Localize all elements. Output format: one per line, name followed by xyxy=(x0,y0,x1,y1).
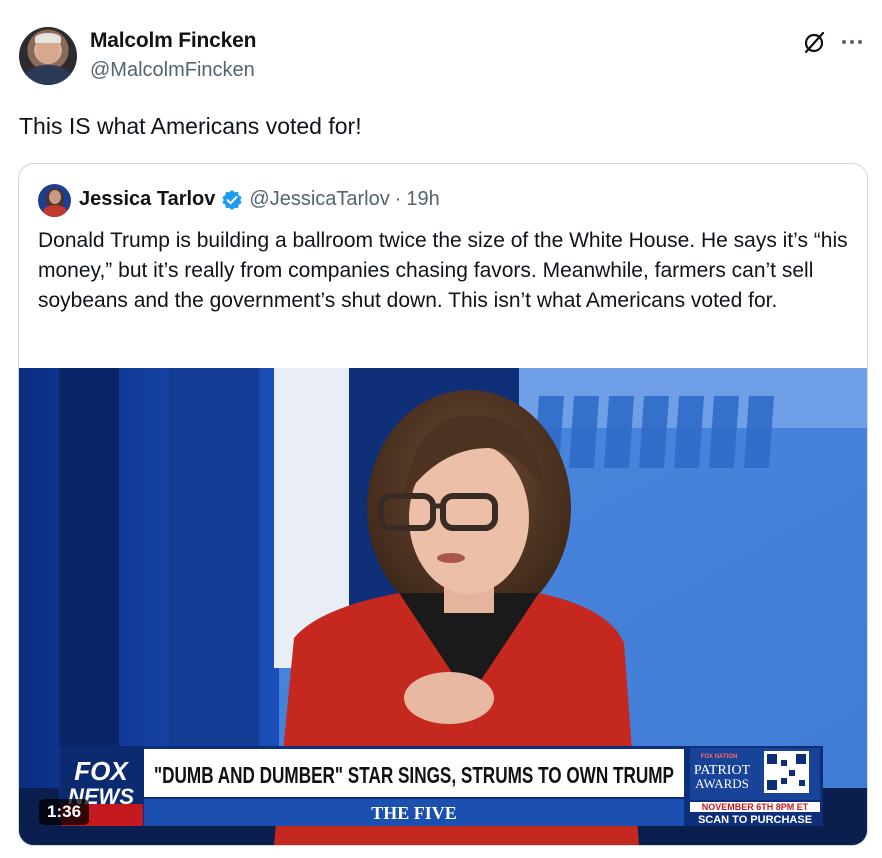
quoted-tweet-text: Donald Trump is building a ballroom twic… xyxy=(38,229,848,312)
quoted-handle[interactable]: @JessicaTarlov xyxy=(249,188,389,211)
video-duration-badge: 1:36 xyxy=(39,799,90,825)
quoted-author-avatar[interactable] xyxy=(38,184,71,217)
promo-date: NOVEMBER 6TH 8PM ET xyxy=(702,802,809,812)
video-frame: FOX NEWS "DUMB AND DUMBER" STAR SINGS, S… xyxy=(19,368,867,845)
author-handle[interactable]: @MalcolmFincken xyxy=(90,59,255,82)
grok-icon[interactable] xyxy=(802,30,826,54)
quoted-tweet-header: Jessica Tarlov @JessicaTarlov · 19h xyxy=(79,188,440,211)
tweet-text: This IS what Americans voted for! xyxy=(19,113,362,139)
quoted-tweet-card[interactable]: Jessica Tarlov @JessicaTarlov · 19h Dona… xyxy=(18,163,868,846)
author-display-name[interactable]: Malcolm Fincken xyxy=(90,29,256,53)
promo-cta: SCAN TO PURCHASE xyxy=(698,814,812,826)
author-avatar[interactable] xyxy=(19,27,77,85)
quoted-display-name[interactable]: Jessica Tarlov xyxy=(79,188,215,211)
show-name: THE FIVE xyxy=(371,803,457,823)
promo-brand: FOX NATION xyxy=(701,754,738,760)
promo-title-2: AWARDS xyxy=(695,776,749,791)
separator-dot: · xyxy=(394,188,402,210)
video-player[interactable]: FOX NEWS "DUMB AND DUMBER" STAR SINGS, S… xyxy=(19,368,867,845)
more-icon[interactable] xyxy=(838,30,866,54)
verified-badge-icon xyxy=(222,189,242,210)
quoted-timestamp[interactable]: 19h xyxy=(406,188,439,211)
chyron-headline: "DUMB AND DUMBER" STAR SINGS, STRUMS TO … xyxy=(154,762,674,788)
fox-logo-top: FOX xyxy=(74,756,129,786)
